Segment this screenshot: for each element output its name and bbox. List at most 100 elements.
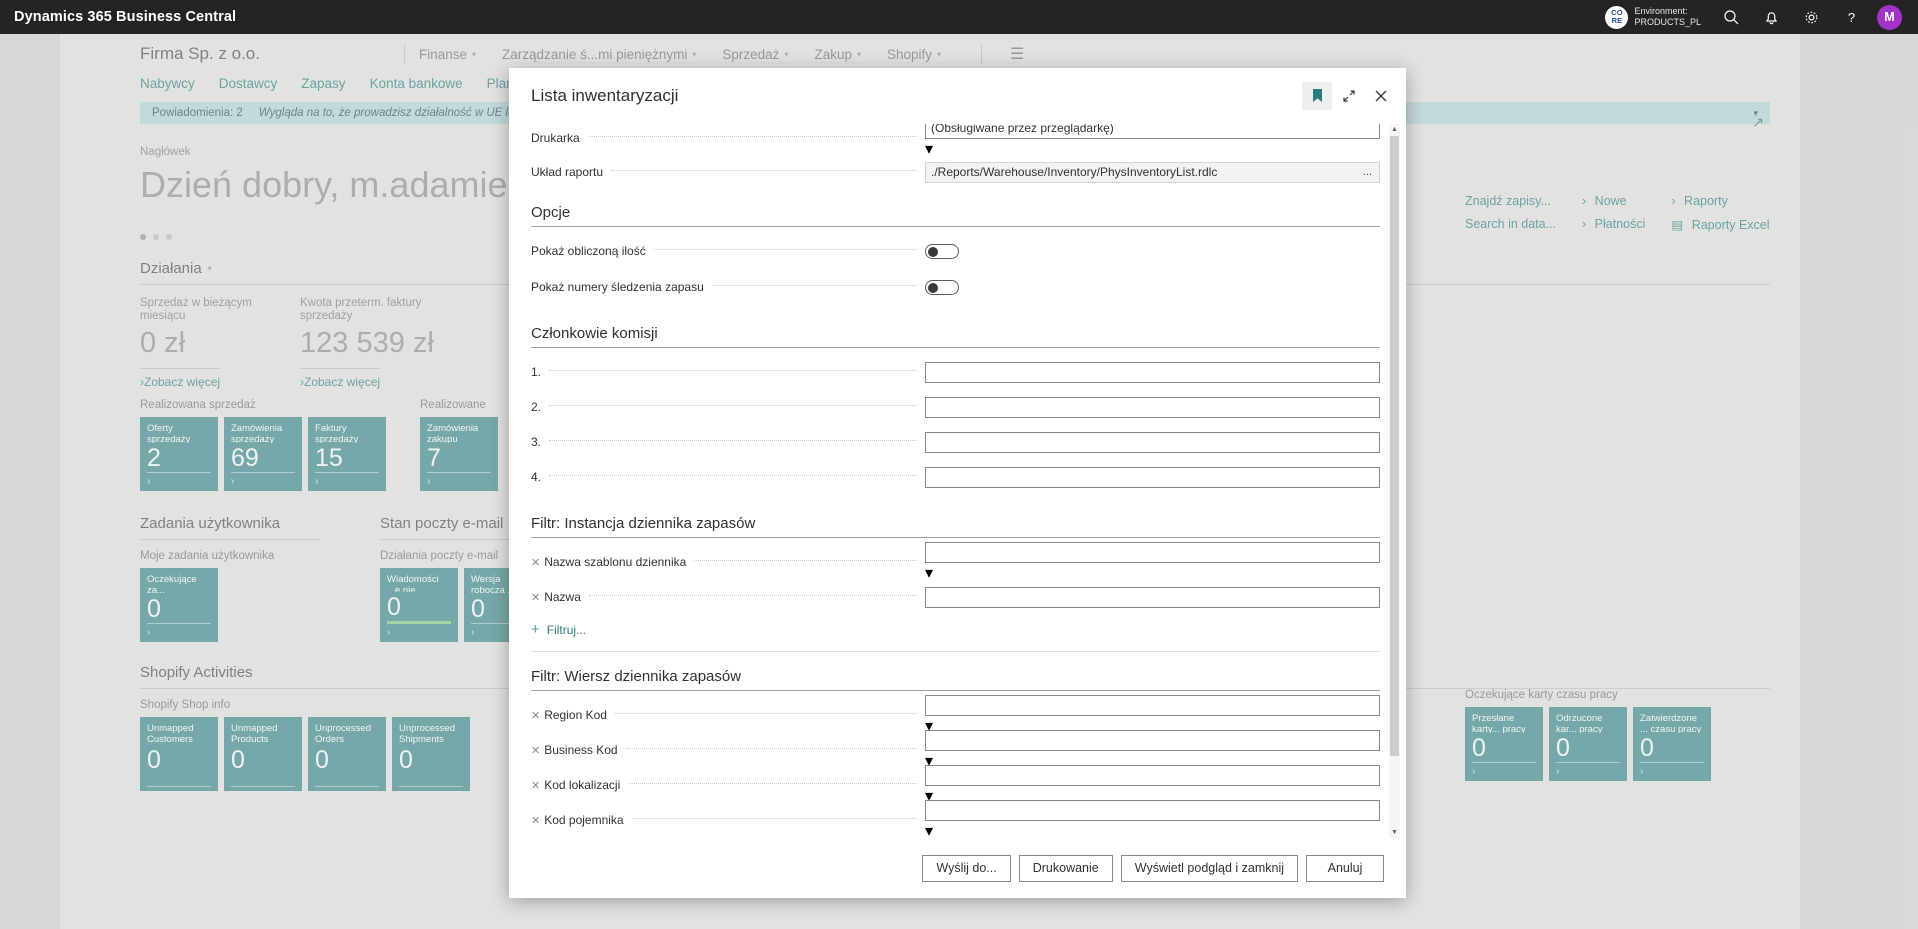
printer-label: Drukarka [531,131,580,145]
printer-control: (Obsługiwane przez przeglądarkę) ▾ [925,124,1380,159]
app-bar: Dynamics 365 Business Central CO RE Envir… [0,0,1918,34]
scrollbar-thumb[interactable] [1390,136,1399,756]
gear-icon[interactable] [1791,0,1831,34]
report-layout-row: Układ raportu ./Reports/Warehouse/Invent… [531,158,1380,186]
dialog-header: Lista inwentaryzacji [509,68,1406,124]
filter-region-code-row: ✕ Region Kod ▾ [531,694,1380,735]
preview-and-close-button[interactable]: Wyświetl podgląd i zamknij [1120,854,1298,882]
filter-label-text: Business Kod [544,743,618,757]
committee-row-2: 2. [531,393,1380,421]
filter-business-code-input[interactable] [925,729,1380,751]
remove-filter-icon[interactable]: ✕ [531,744,540,757]
committee-label: 2. [531,400,542,414]
filter-label-text: Region Kod [544,708,607,722]
environment-label: Environment: [1634,6,1688,16]
committee-member-1-input[interactable] [925,361,1380,383]
environment-badge[interactable]: CO RE Environment: PRODUCTS_PL [1595,0,1711,34]
committee-section-title: Członkowie komisji [531,325,658,342]
bell-icon[interactable] [1751,0,1791,34]
dialog-scrollbar[interactable]: ▲ ▼ [1389,124,1400,838]
section-divider [531,347,1380,348]
filter-label-text: Kod pojemnika [544,813,624,827]
remove-filter-icon[interactable]: ✕ [531,591,540,604]
option-control [925,243,1380,259]
dot-leader [653,249,917,250]
dot-leader [694,560,917,561]
restore-down-icon[interactable] [1334,82,1364,110]
filter-location-code-input[interactable] [925,764,1380,786]
filter-journal-template-input[interactable] [925,541,1380,563]
toggle-show-calculated-qty[interactable] [925,243,959,259]
option-control [925,279,1380,295]
filter-control: ▾ [925,541,1380,583]
filter-bin-code-row: ✕ Kod pojemnika ▾ [531,799,1380,838]
cancel-button[interactable]: Anuluj [1306,854,1384,882]
toggle-knob [928,246,938,257]
option-show-tracking-numbers-row: Pokaż numery śledzenia zapasu [531,273,1380,301]
filter-location-code-row: ✕ Kod lokalizacji ▾ [531,764,1380,805]
filter-control: ▾ [925,799,1380,839]
filter-label-text: Nazwa szablonu dziennika [544,555,687,569]
printer-select[interactable]: (Obsługiwane przez przeglądarkę) [925,124,1380,139]
filter-label: ✕ Kod lokalizacji [531,778,620,792]
bookmark-icon[interactable] [1302,82,1332,110]
remove-filter-icon[interactable]: ✕ [531,814,540,827]
dialog-body: Drukarka (Obsługiwane przez przeglądarkę… [509,124,1406,838]
dialog-header-actions [1302,82,1396,110]
dot-leader [628,783,917,784]
dot-leader [587,136,917,137]
committee-member-3-input[interactable] [925,431,1380,453]
close-icon[interactable] [1366,82,1396,110]
filter-label: ✕ Region Kod [531,708,607,722]
dot-leader [631,818,917,819]
dot-leader [549,475,917,476]
filter-bin-code-input[interactable] [925,799,1380,821]
committee-row-1: 1. [531,358,1380,386]
committee-row-3: 3. [531,428,1380,456]
committee-member-2-input[interactable] [925,396,1380,418]
remove-filter-icon[interactable]: ✕ [531,709,540,722]
environment-text: Environment: PRODUCTS_PL [1634,6,1701,28]
filter-journal-name-row: ✕ Nazwa [531,583,1380,611]
committee-control [925,431,1380,453]
remove-filter-icon[interactable]: ✕ [531,779,540,792]
committee-label: 1. [531,365,542,379]
toggle-show-tracking-numbers[interactable] [925,279,959,295]
send-to-button[interactable]: Wyślij do... [922,854,1011,882]
printer-row: Drukarka (Obsługiwane przez przeglądarkę… [531,124,1380,158]
dot-leader [588,595,917,596]
filter-journal-name-input[interactable] [925,586,1380,608]
filter-label: ✕ Nazwa szablonu dziennika [531,555,686,569]
filter-region-code-input[interactable] [925,694,1380,716]
dialog-footer: Wyślij do... Drukowanie Wyświetl podgląd… [509,838,1406,898]
report-layout-control: ./Reports/Warehouse/Inventory/PhysInvent… [925,161,1380,183]
environment-name: PRODUCTS_PL [1634,17,1701,27]
option-show-calculated-qty-row: Pokaż obliczoną ilość [531,237,1380,265]
report-layout-label: Układ raportu [531,165,604,179]
scroll-up-icon[interactable]: ▲ [1389,124,1400,135]
chevron-down-icon: ▾ [925,564,934,582]
options-section-title: Opcje [531,204,571,221]
plus-icon: + [531,621,540,638]
filter-label: ✕ Kod pojemnika [531,813,624,827]
filter-label: ✕ Nazwa [531,590,581,604]
scroll-down-icon[interactable]: ▼ [1389,827,1400,838]
app-bar-right: CO RE Environment: PRODUCTS_PL ? M [1595,0,1918,34]
section-divider [531,226,1380,227]
report-layout-browse-button[interactable]: ... [1356,161,1380,183]
help-icon[interactable]: ? [1831,0,1871,34]
option-label: Pokaż obliczoną ilość [531,244,646,258]
avatar[interactable]: M [1877,4,1902,30]
committee-member-4-input[interactable] [925,466,1380,488]
chevron-down-icon: ▾ [925,822,934,839]
remove-filter-icon[interactable]: ✕ [531,556,540,569]
dot-leader [711,285,917,286]
report-layout-field[interactable]: ./Reports/Warehouse/Inventory/PhysInvent… [925,161,1380,183]
filter-label-text: Kod lokalizacji [544,778,621,792]
search-icon[interactable] [1711,0,1751,34]
chevron-down-icon: ▾ [925,140,934,158]
add-filter-instance-button[interactable]: + Filtruj... [531,621,1380,638]
section-divider [531,651,1380,652]
print-button[interactable]: Drukowanie [1018,854,1113,882]
committee-control [925,396,1380,418]
